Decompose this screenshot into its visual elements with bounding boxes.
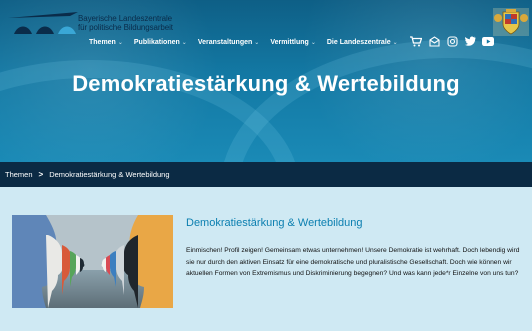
nav-item-publikationen[interactable]: Publikationen ⌄ [134, 39, 187, 46]
hero-banner: Bayerische Landeszentrale für politische… [0, 0, 532, 162]
chevron-down-icon: ⌄ [181, 40, 187, 46]
nav-item-label: Themen [89, 39, 116, 46]
nav-icon-bar [410, 35, 494, 47]
teaser-text: Einmischen! Profil zeigen! Gemeinsam etw… [186, 247, 520, 278]
bavaria-crest-logo[interactable] [493, 8, 529, 36]
nav-item-label: Vermittlung [270, 39, 309, 46]
breadcrumb-current: Demokratiestärkung & Wertebildung [49, 170, 170, 179]
cart-icon[interactable] [410, 35, 422, 47]
nav-item-label: Veranstaltungen [197, 39, 253, 46]
blz-logo[interactable] [8, 12, 84, 34]
instagram-icon[interactable] [446, 35, 458, 47]
chevron-down-icon: ⌄ [254, 40, 260, 46]
hero-decoration [220, 40, 532, 162]
main-content: Demokratiestärkung & Wertebildung Einmis… [0, 187, 532, 331]
breadcrumb: Themen > Demokratiestärkung & Wertebildu… [0, 162, 532, 187]
mail-icon[interactable] [428, 35, 440, 47]
teaser-title[interactable]: Demokratiestärkung & Wertebildung [186, 217, 363, 229]
chevron-down-icon: ⌄ [117, 40, 123, 46]
breadcrumb-separator: > [38, 170, 44, 179]
chevron-down-icon: ⌄ [310, 40, 316, 46]
org-name-line1: Bayerische Landeszentrale [78, 14, 173, 23]
chevron-down-icon: ⌄ [392, 40, 398, 46]
nav-item-themen[interactable]: Themen ⌄ [89, 39, 123, 46]
main-nav: Themen ⌄ Publikationen ⌄ Veranstaltungen… [89, 39, 398, 46]
org-name-line2: für politische Bildungsarbeit [78, 23, 173, 32]
nav-item-landeszentrale[interactable]: Die Landeszentrale ⌄ [327, 39, 398, 46]
nav-item-vermittlung[interactable]: Vermittlung ⌄ [270, 39, 316, 46]
twitter-icon[interactable] [464, 35, 476, 47]
breadcrumb-link-themen[interactable]: Themen [5, 170, 33, 179]
page-title: Demokratiestärkung & Wertebildung [72, 71, 460, 96]
youtube-icon[interactable] [482, 35, 494, 47]
nav-item-veranstaltungen[interactable]: Veranstaltungen ⌄ [198, 39, 260, 46]
nav-item-label: Die Landeszentrale [326, 39, 391, 46]
nav-item-label: Publikationen [133, 39, 180, 46]
teaser-image[interactable] [12, 215, 173, 308]
org-name[interactable]: Bayerische Landeszentrale für politische… [78, 14, 173, 32]
